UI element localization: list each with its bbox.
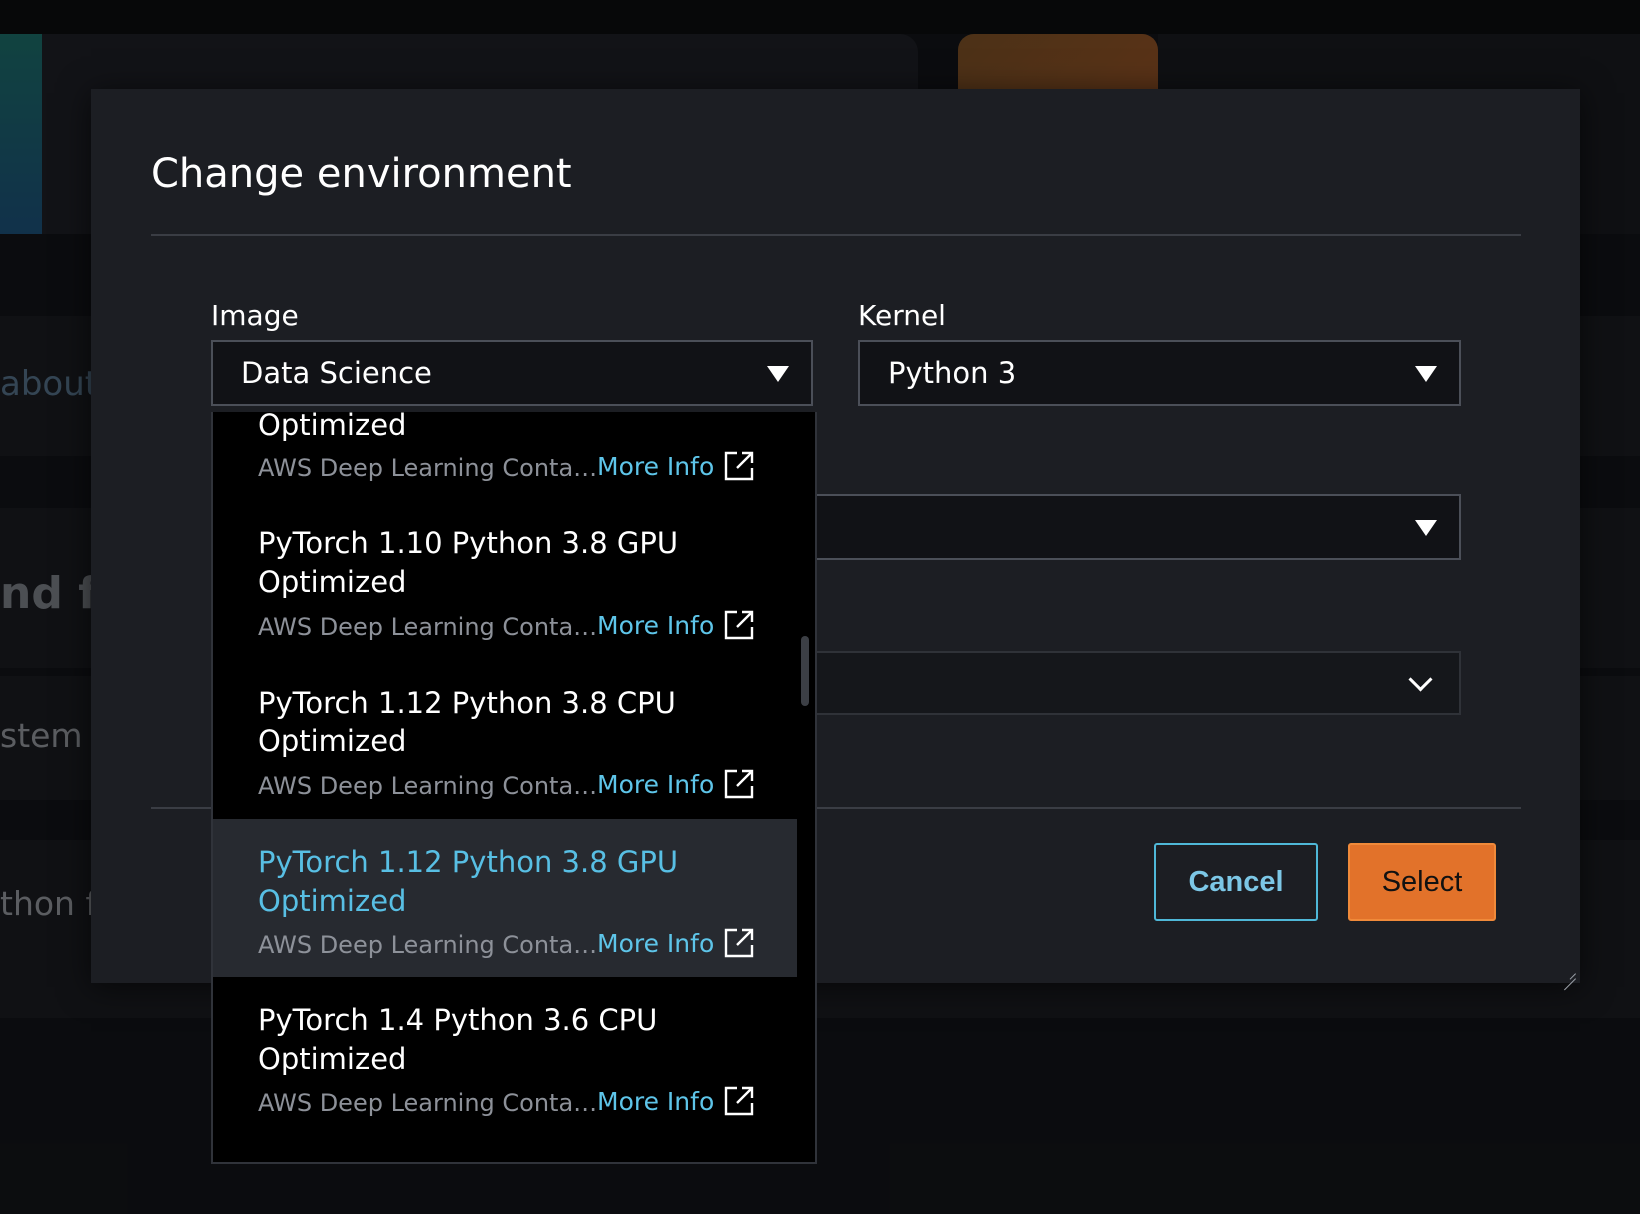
more-info-link[interactable]: More Info	[597, 1087, 714, 1116]
image-select[interactable]: Data Science	[211, 340, 813, 406]
kernel-select-value: Python 3	[888, 356, 1017, 390]
dropdown-scrollbar[interactable]	[801, 636, 809, 706]
option-title-line2: Optimized	[258, 1042, 407, 1076]
dialog-title: Change environment	[151, 151, 572, 197]
chevron-down-icon	[1408, 667, 1433, 692]
caret-down-icon	[767, 366, 789, 382]
select-button[interactable]: Select	[1348, 843, 1496, 921]
option-description: AWS Deep Learning Conta…	[258, 931, 598, 959]
image-option[interactable]: Optimized AWS Deep Learning Conta… More …	[213, 412, 797, 524]
option-title-line1: PyTorch 1.4 Python 3.6 CPU	[258, 1003, 658, 1037]
option-description: AWS Deep Learning Conta…	[258, 613, 598, 641]
image-label: Image	[211, 299, 299, 332]
cancel-button[interactable]: Cancel	[1154, 843, 1318, 921]
external-link-icon[interactable]	[723, 609, 755, 641]
more-info-link[interactable]: More Info	[597, 611, 714, 640]
option-description: AWS Deep Learning Conta…	[258, 454, 598, 482]
image-dropdown-list: Optimized AWS Deep Learning Conta… More …	[211, 412, 817, 1164]
more-info-link[interactable]: More Info	[597, 929, 714, 958]
external-link-icon[interactable]	[723, 768, 755, 800]
external-link-icon[interactable]	[723, 927, 755, 959]
option-title-line1: PyTorch 1.12 Python 3.8 CPU	[258, 686, 676, 720]
image-option[interactable]: PyTorch 1.10 Python 3.8 GPU Optimized AW…	[213, 524, 797, 684]
caret-down-icon	[1415, 520, 1437, 536]
caret-down-icon	[1415, 366, 1437, 382]
option-title-line2: Optimized	[258, 412, 407, 442]
header-divider	[151, 234, 1521, 236]
image-select-value: Data Science	[241, 356, 432, 390]
more-info-link[interactable]: More Info	[597, 770, 714, 799]
option-title-line2: Optimized	[258, 724, 407, 758]
instance-type-select[interactable]	[791, 494, 1461, 560]
option-title-line1: PyTorch 1.10 Python 3.8 GPU	[258, 526, 679, 560]
startup-script-select[interactable]	[791, 651, 1461, 715]
option-title-line2: Optimized	[258, 884, 407, 918]
option-title-line1: PyTorch 1.12 Python 3.8 GPU	[258, 845, 679, 879]
external-link-icon[interactable]	[723, 1085, 755, 1117]
image-option[interactable]: PyTorch 1.4 Python 3.6 CPU Optimized AWS…	[213, 977, 797, 1137]
external-link-icon[interactable]	[723, 450, 755, 482]
option-title-line2: Optimized	[258, 565, 407, 599]
kernel-select[interactable]: Python 3	[858, 340, 1461, 406]
more-info-link[interactable]: More Info	[597, 452, 714, 481]
option-description: AWS Deep Learning Conta…	[258, 772, 598, 800]
kernel-label: Kernel	[858, 299, 946, 332]
resize-handle-icon[interactable]	[1562, 965, 1576, 979]
option-description: AWS Deep Learning Conta…	[258, 1089, 598, 1117]
image-option-selected[interactable]: PyTorch 1.12 Python 3.8 GPU Optimized AW…	[213, 819, 797, 977]
